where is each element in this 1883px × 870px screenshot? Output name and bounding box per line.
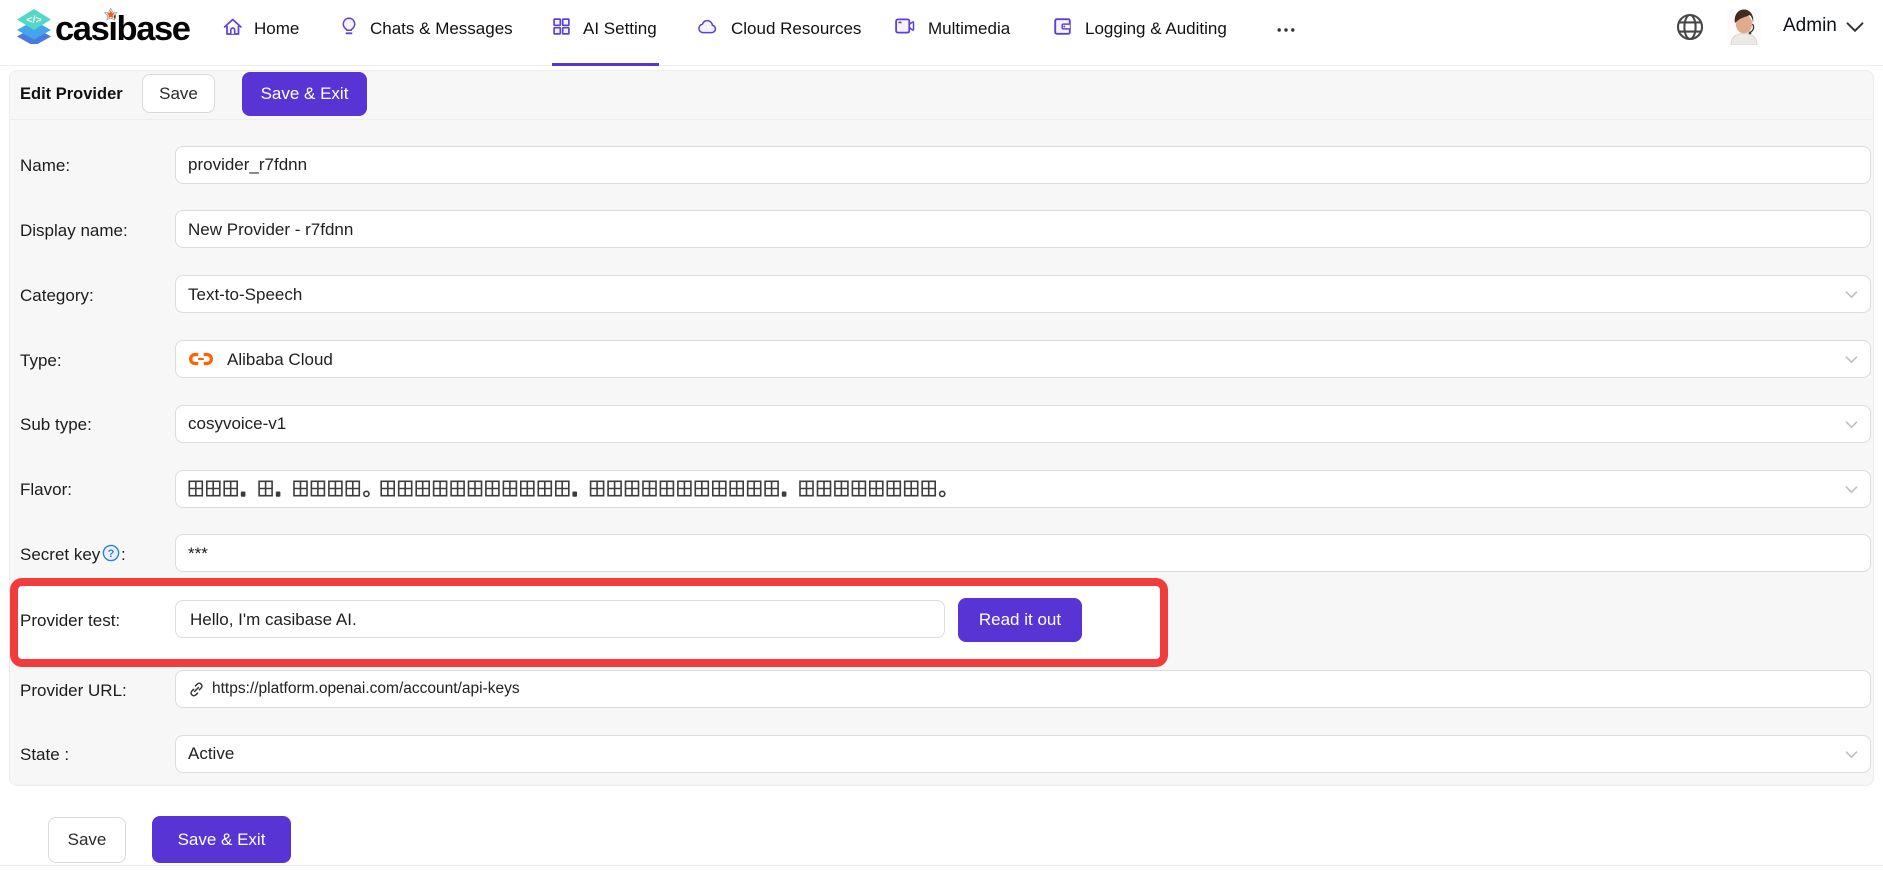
svg-text:?: ? (108, 548, 115, 560)
